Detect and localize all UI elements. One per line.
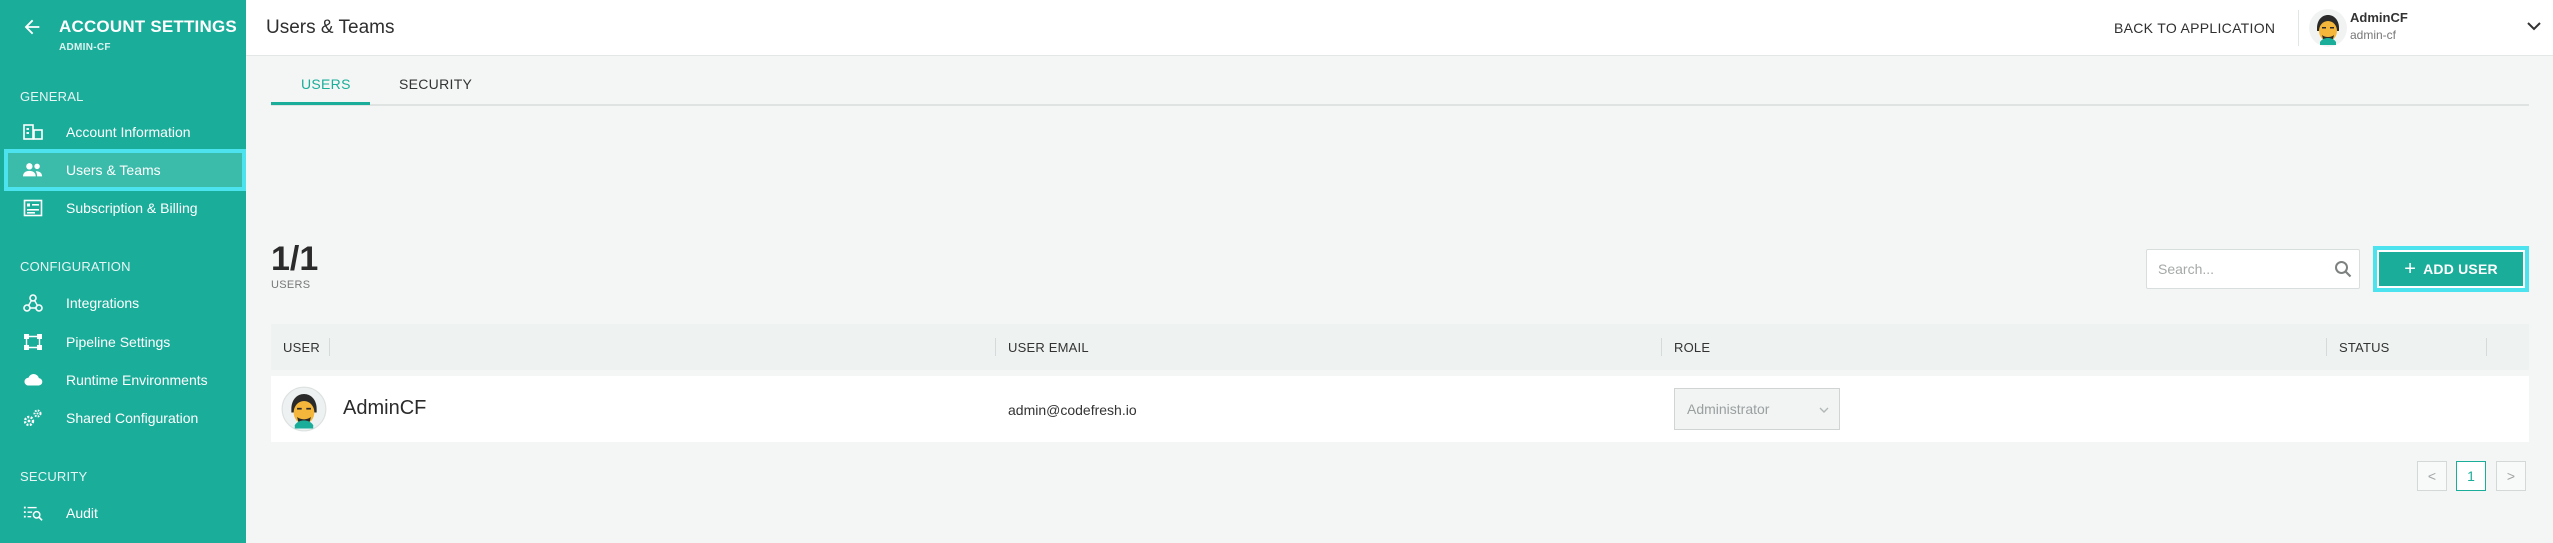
back-to-application-link[interactable]: BACK TO APPLICATION [2114, 20, 2275, 36]
sidebar-title: ACCOUNT SETTINGS [59, 17, 237, 36]
column-separator [2486, 338, 2487, 356]
table-header: USER USER EMAIL ROLE STATUS [271, 324, 2529, 370]
column-header-user[interactable]: USER [283, 340, 320, 355]
user-name: AdminCF [2350, 10, 2408, 25]
sidebar-item-label: Audit [66, 505, 98, 521]
sidebar-item-pipeline-settings[interactable]: Pipeline Settings [6, 323, 244, 361]
tabs: USERS SECURITY [271, 70, 2529, 106]
search-input[interactable] [2147, 250, 2327, 288]
sidebar-item-label: Account Information [66, 124, 191, 140]
section-general: GENERAL [20, 89, 84, 104]
add-user-button[interactable]: + ADD USER [2373, 246, 2529, 292]
column-header-role[interactable]: ROLE [1674, 340, 1710, 355]
sidebar-item-label: Shared Configuration [66, 410, 199, 426]
user-name-cell: AdminCF [343, 397, 427, 419]
avatar[interactable] [2308, 8, 2348, 48]
sidebar-item-audit[interactable]: Audit [6, 494, 244, 532]
add-user-label: ADD USER [2423, 261, 2498, 277]
avatar [281, 386, 327, 432]
column-separator [1661, 338, 1662, 356]
user-count-label: USERS [271, 279, 311, 291]
page-title: Users & Teams [266, 17, 395, 38]
sidebar-item-users-teams[interactable]: Users & Teams [4, 149, 246, 191]
sidebar-item-account-information[interactable]: Account Information [6, 113, 244, 151]
active-tab-indicator [271, 102, 370, 105]
chevron-down-icon [1819, 407, 1829, 413]
table-row[interactable]: AdminCF admin@codefresh.io Administrator [271, 376, 2529, 442]
pagination-next-button[interactable]: > [2496, 461, 2526, 491]
arrow-left-icon[interactable] [21, 16, 43, 38]
gears-icon [23, 409, 42, 427]
search-box [2146, 249, 2360, 289]
column-header-email[interactable]: USER EMAIL [1008, 340, 1089, 355]
sidebar-item-subscription-billing[interactable]: Subscription & Billing [6, 189, 244, 227]
pagination-prev-button[interactable]: < [2417, 461, 2447, 491]
divider [2298, 10, 2299, 46]
section-security: SECURITY [20, 469, 88, 484]
sidebar-header: ACCOUNT SETTINGS ADMIN-CF [0, 0, 246, 70]
add-user-button-face[interactable]: + ADD USER [2379, 252, 2523, 286]
user-count: 1/1 [271, 240, 319, 278]
sidebar-item-label: Users & Teams [66, 162, 161, 178]
pagination-page-button[interactable]: 1 [2456, 461, 2486, 491]
sidebar-item-integrations[interactable]: Integrations [6, 284, 244, 322]
role-select-value: Administrator [1687, 401, 1770, 417]
section-configuration: CONFIGURATION [20, 259, 131, 274]
column-separator [2326, 338, 2327, 356]
sidebar-item-label: Runtime Environments [66, 372, 208, 388]
tab-security[interactable]: SECURITY [399, 76, 472, 106]
audit-icon [23, 506, 43, 521]
sidebar-item-runtime-environments[interactable]: Runtime Environments [6, 361, 244, 399]
pipeline-icon [24, 334, 42, 350]
search-icon[interactable] [2334, 260, 2352, 278]
top-bar: Users & Teams BACK TO APPLICATION AdminC… [246, 0, 2553, 56]
sidebar-item-label: Integrations [66, 295, 140, 311]
column-separator [329, 338, 330, 356]
user-email-cell: admin@codefresh.io [1008, 402, 1137, 418]
chevron-down-icon[interactable] [2526, 20, 2542, 32]
cloud-icon [24, 374, 43, 386]
sidebar-item-label: Pipeline Settings [66, 334, 171, 350]
sidebar-item-shared-configuration[interactable]: Shared Configuration [6, 399, 244, 437]
account-info-icon [23, 124, 43, 140]
column-separator [995, 338, 996, 356]
billing-icon [23, 199, 43, 217]
plus-icon: + [2404, 258, 2417, 280]
role-select[interactable]: Administrator [1674, 388, 1840, 430]
integrations-icon [23, 294, 43, 312]
users-icon [23, 163, 43, 177]
user-handle: admin-cf [2350, 28, 2397, 42]
column-header-status[interactable]: STATUS [2339, 340, 2390, 355]
sidebar-item-label: Subscription & Billing [66, 200, 198, 216]
sidebar-subtitle: ADMIN-CF [59, 42, 111, 53]
sidebar: ACCOUNT SETTINGS ADMIN-CF GENERAL Accoun… [0, 0, 246, 543]
